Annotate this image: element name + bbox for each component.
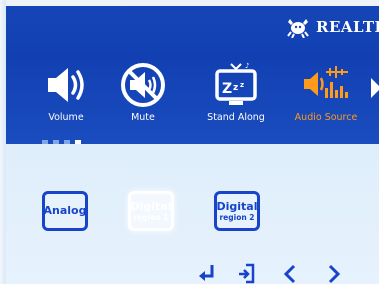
page-dot — [53, 140, 59, 144]
tv-sleep-icon: ♪ Z z z — [215, 62, 257, 105]
menu-item-label: Volume — [48, 112, 84, 123]
menu-item-label: Stand Along — [207, 112, 265, 123]
scroll-right-arrow-icon[interactable] — [371, 78, 379, 98]
option-label: Analog — [43, 204, 87, 217]
option-label: Digital — [216, 199, 258, 213]
menu-item-label: Audio Source — [294, 112, 358, 123]
menu-item-volume[interactable]: Volume — [26, 60, 106, 123]
brand-logo: REALTEK — [286, 14, 379, 40]
top-bezel — [0, 0, 379, 6]
analog-source-button[interactable]: Analog — [42, 191, 88, 231]
enter-icon[interactable] — [197, 263, 217, 284]
audio-source-icon — [304, 66, 348, 98]
option-sublabel: region 1 — [133, 212, 169, 222]
menu-item-label: Mute — [131, 112, 155, 123]
chevron-left-icon[interactable] — [283, 263, 297, 284]
option-label: Digital — [130, 199, 172, 213]
page-dot-current — [75, 140, 81, 144]
svg-text:z: z — [233, 83, 238, 93]
svg-text:♪: ♪ — [245, 62, 249, 70]
svg-text:Z: Z — [222, 81, 232, 97]
exit-icon[interactable] — [236, 263, 256, 284]
page-dot — [64, 140, 70, 144]
left-bezel — [0, 0, 6, 284]
chevron-right-icon[interactable] — [327, 263, 341, 284]
menu-item-audio-source[interactable]: Audio Source — [286, 60, 366, 123]
menu-item-mute[interactable]: Mute — [103, 60, 183, 123]
svg-text:z: z — [240, 81, 244, 89]
speaker-mute-icon — [121, 63, 165, 107]
digital-region-1-button[interactable]: Digital region 1 — [128, 191, 174, 231]
speaker-volume-icon — [48, 68, 84, 102]
page-indicator — [42, 140, 81, 144]
option-sublabel: region 2 — [219, 212, 255, 222]
page-dot — [42, 140, 48, 144]
digital-region-2-button[interactable]: Digital region 2 — [214, 191, 260, 231]
menu-item-stand-along[interactable]: ♪ Z z z Stand Along — [196, 60, 276, 123]
brand-name: REALTEK — [316, 18, 379, 36]
realtek-crab-icon — [287, 19, 309, 38]
osd-screen: REALTEK Volume Mute ♪ Z z z Stand — [0, 0, 379, 284]
